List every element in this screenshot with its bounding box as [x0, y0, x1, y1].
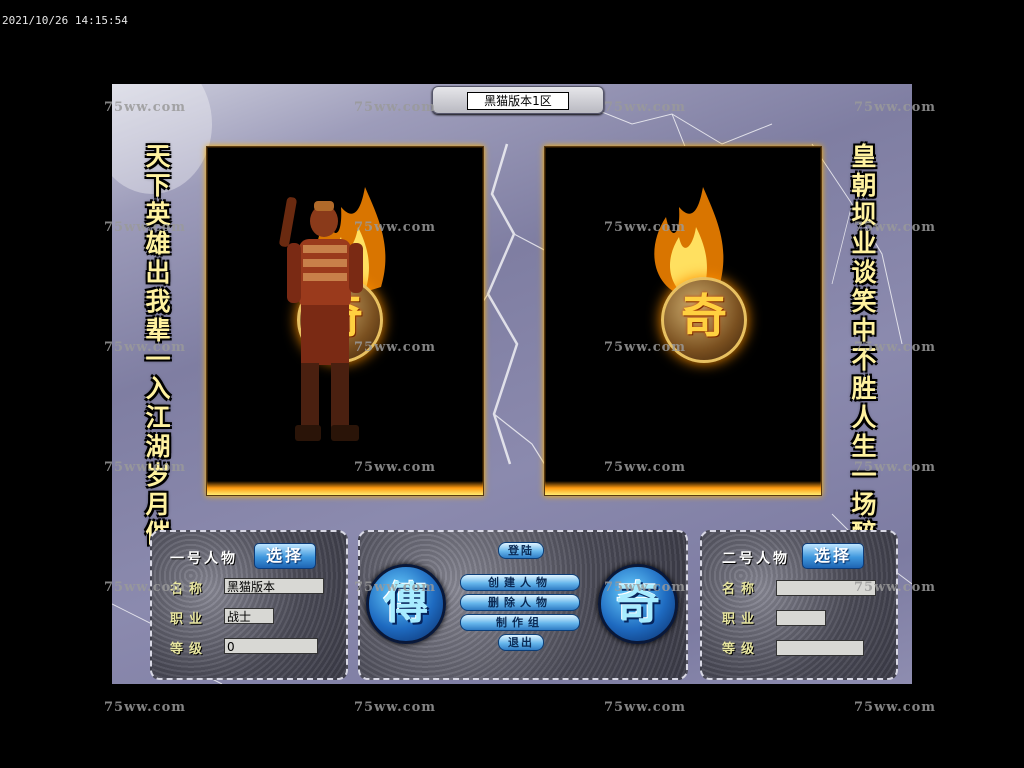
start-button[interactable]: 登陆 — [498, 542, 544, 559]
player-2-name-field — [776, 580, 876, 596]
job-label: 职业 — [170, 612, 209, 627]
timestamp: 2021/10/26 14:15:54 — [2, 14, 128, 27]
name-label: 名称 — [170, 582, 209, 597]
delete-character-button[interactable]: 删除人物 — [460, 594, 580, 611]
slogan-right: 皇朝坝业谈笑中 不胜人生一场醉 — [851, 142, 877, 548]
flame-border — [545, 481, 821, 495]
qi-orb-icon: 奇 — [598, 564, 678, 644]
emblem-icon: 奇 — [661, 277, 747, 363]
player-2-info: 二号人物 选择 名称 职业 等级 — [700, 530, 898, 680]
player-1-name-field: 黑猫版本 — [224, 578, 324, 594]
player-1-title: 一号人物 — [170, 551, 238, 567]
flame-border — [207, 481, 483, 495]
player-1-info: 一号人物 选择 名称 黑猫版本 职业 战士 等级 0 — [150, 530, 348, 680]
warrior-figure-icon — [279, 197, 363, 441]
level-label: 等级 — [170, 642, 209, 657]
server-name: 黑猫版本1区 — [467, 92, 569, 110]
credits-button[interactable]: 制作组 — [460, 614, 580, 631]
watermark: 75ww.com — [854, 700, 937, 715]
emblem-glyph: 奇 — [681, 289, 727, 343]
orb-glyph: 奇 — [616, 578, 660, 629]
server-banner: 黑猫版本1区 — [432, 86, 604, 114]
chuan-orb-icon: 傳 — [366, 564, 446, 644]
create-character-button[interactable]: 创建人物 — [460, 574, 580, 591]
player-1-job-field: 战士 — [224, 608, 274, 624]
level-label: 等级 — [722, 642, 761, 657]
character-slot-1[interactable]: 奇 — [206, 146, 484, 496]
player-1-select-button[interactable]: 选择 — [254, 543, 316, 569]
character-select-panel: 黑猫版本1区 天下英雄出我辈 一入江湖岁月催 皇朝坝业谈笑中 不胜人生一场醉 奇 — [112, 84, 912, 684]
center-controls: 傳 奇 登陆 创建人物 删除人物 制作组 退出 — [358, 530, 688, 680]
orb-glyph: 傳 — [384, 578, 428, 629]
watermark: 75ww.com — [354, 700, 437, 715]
player-2-job-field — [776, 610, 826, 626]
character-slot-2[interactable]: 奇 — [544, 146, 822, 496]
player-2-select-button[interactable]: 选择 — [802, 543, 864, 569]
watermark: 75ww.com — [604, 700, 687, 715]
player-2-level-field — [776, 640, 864, 656]
player-1-level-field: 0 — [224, 638, 318, 654]
watermark: 75ww.com — [104, 700, 187, 715]
job-label: 职业 — [722, 612, 761, 627]
exit-button[interactable]: 退出 — [498, 634, 544, 651]
player-2-title: 二号人物 — [722, 551, 790, 567]
name-label: 名称 — [722, 582, 761, 597]
slogan-left: 天下英雄出我辈 一入江湖岁月催 — [145, 142, 171, 548]
